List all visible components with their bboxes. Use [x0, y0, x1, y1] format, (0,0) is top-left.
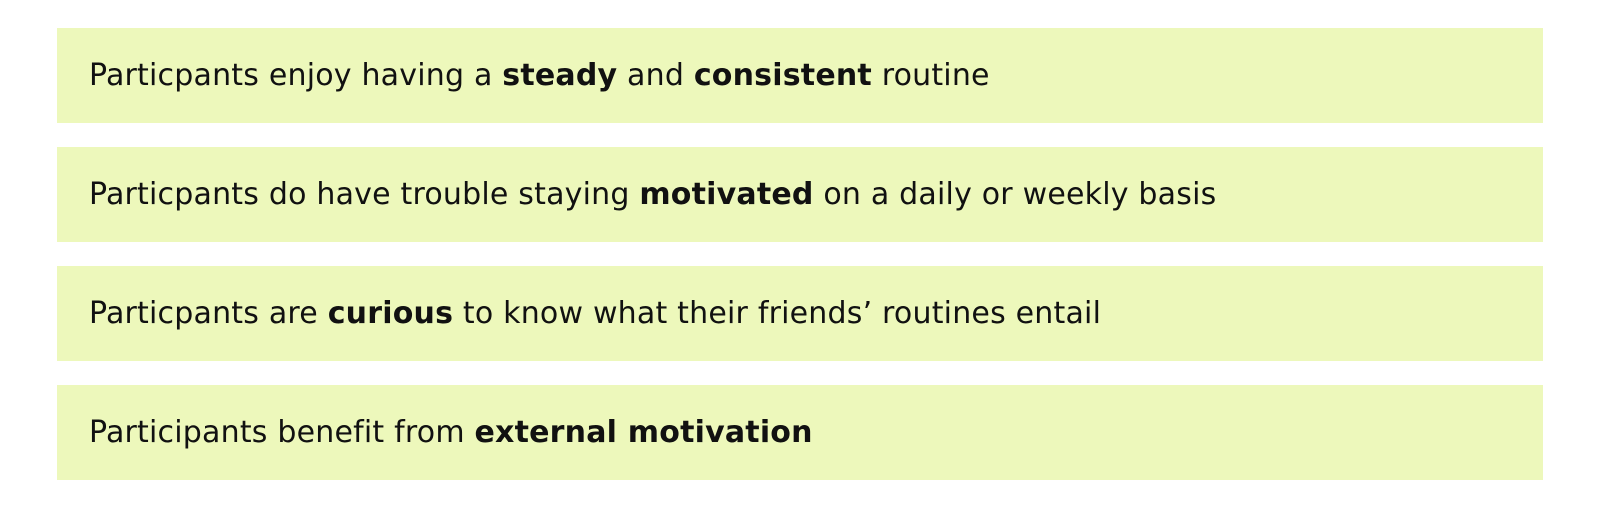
- insight-text-segment: and: [617, 58, 694, 93]
- insight-text-segment: Particpants do have trouble staying: [89, 177, 640, 212]
- insight-text: Particpants are curious to know what the…: [89, 296, 1101, 331]
- insight-keyword: steady: [502, 58, 618, 93]
- insight-keyword: consistent: [693, 58, 872, 93]
- insight-text-segment: Particpants enjoy having a: [89, 58, 503, 93]
- insight-card: Particpants are curious to know what the…: [57, 266, 1543, 361]
- insight-text-segment: Participants benefit from: [89, 415, 475, 450]
- insight-card: Particpants enjoy having a steady and co…: [57, 28, 1543, 123]
- insight-keyword: motivated: [639, 177, 814, 212]
- insight-card: Particpants do have trouble staying moti…: [57, 147, 1543, 242]
- insight-card: Participants benefit from external motiv…: [57, 385, 1543, 480]
- insight-text-segment: on a daily or weekly basis: [813, 177, 1217, 212]
- insight-keyword: external motivation: [474, 415, 813, 450]
- insights-list: Particpants enjoy having a steady and co…: [57, 28, 1543, 480]
- insight-text: Particpants do have trouble staying moti…: [89, 177, 1216, 212]
- insight-text-segment: Particpants are: [89, 296, 328, 331]
- insight-text-segment: routine: [871, 58, 990, 93]
- insight-keyword: curious: [327, 296, 454, 331]
- insight-text: Participants benefit from external motiv…: [89, 415, 813, 450]
- insight-text-segment: to know what their friends’ routines ent…: [453, 296, 1102, 331]
- insight-text: Particpants enjoy having a steady and co…: [89, 58, 990, 93]
